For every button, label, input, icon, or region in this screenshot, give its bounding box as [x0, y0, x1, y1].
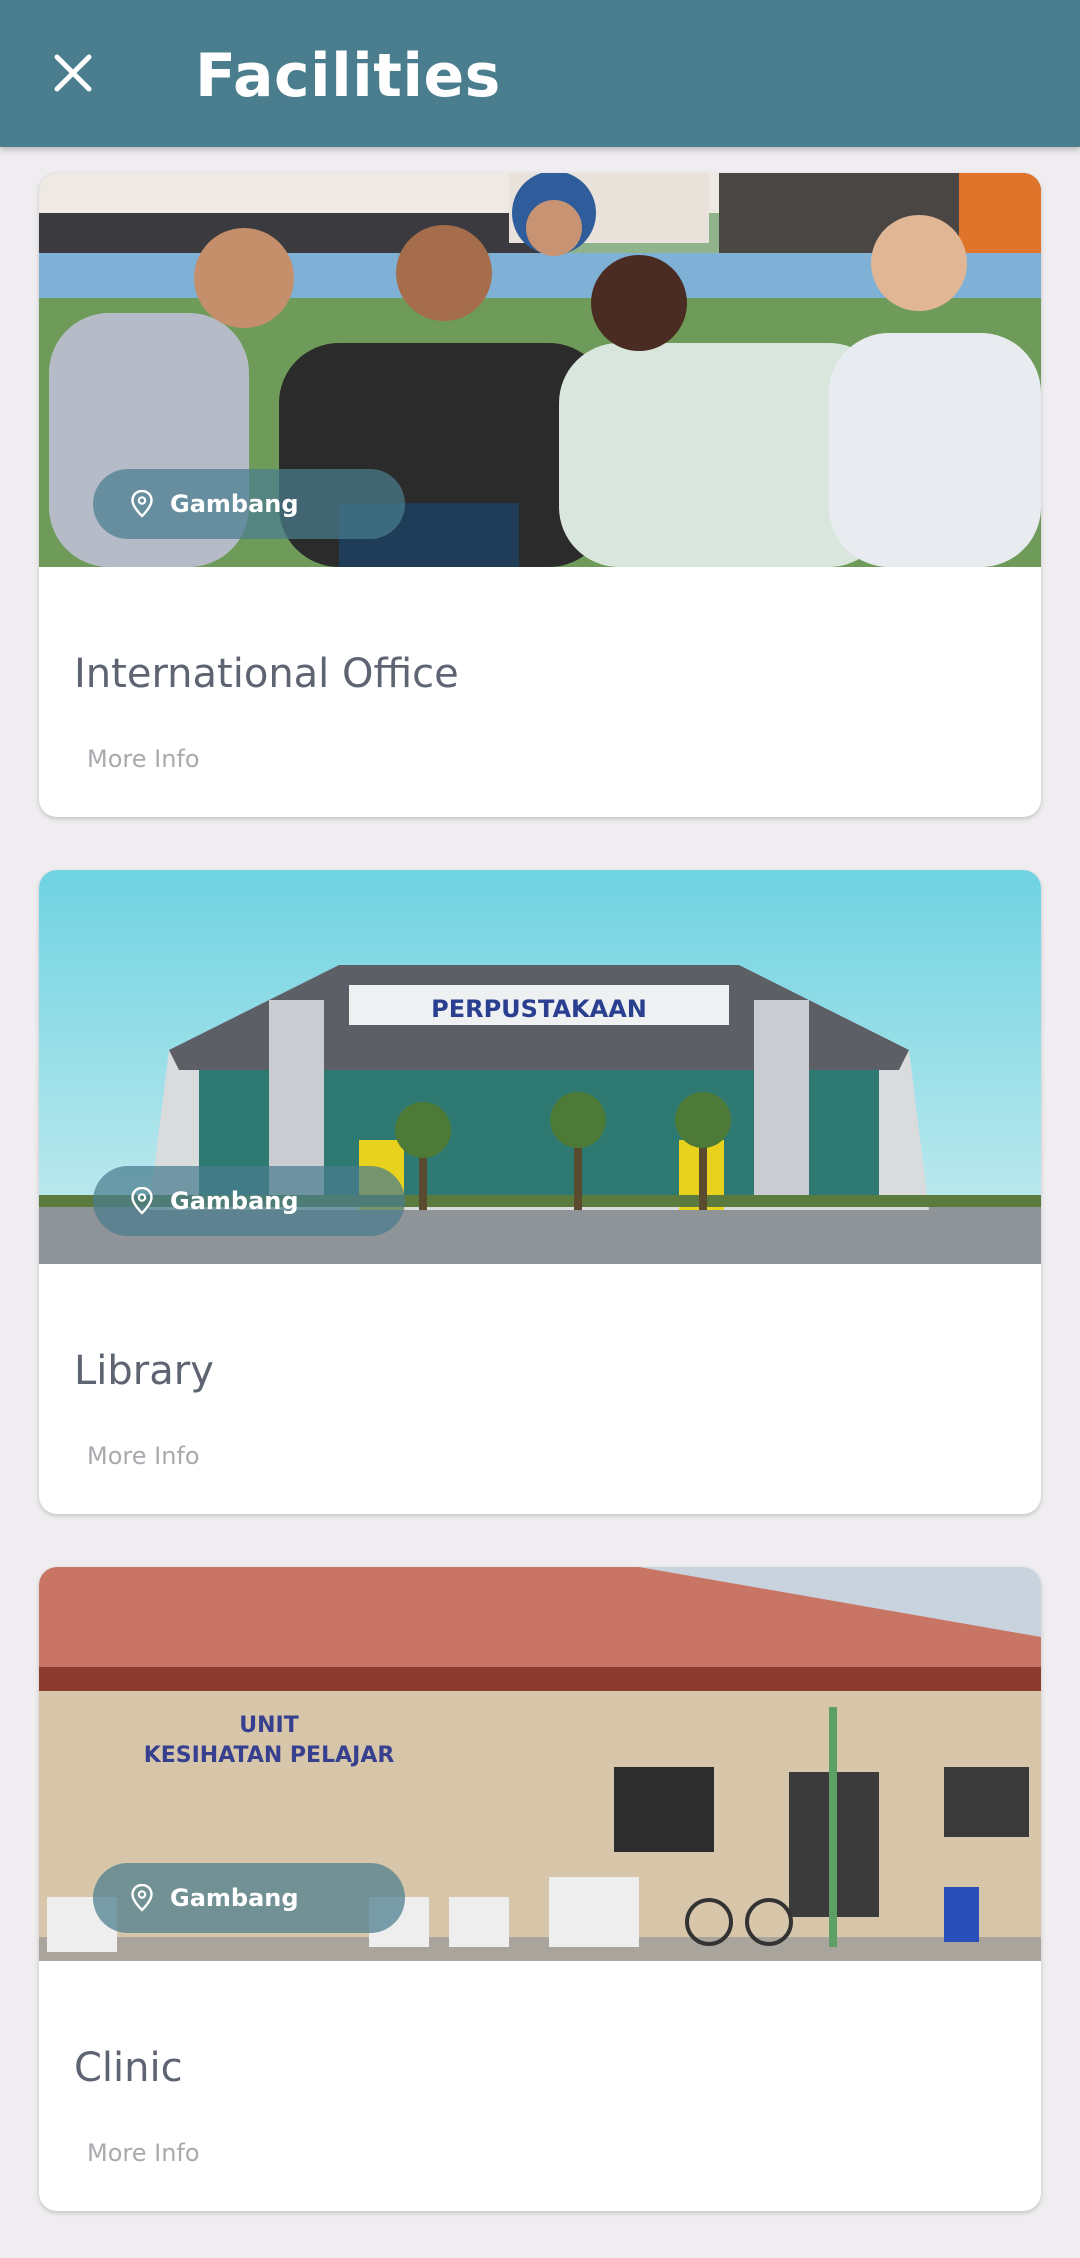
close-button[interactable] [40, 40, 106, 106]
library-sign: PERPUSTAKAAN [431, 995, 647, 1023]
facility-card-clinic[interactable]: UNIT KESIHATAN PELAJAR Gambang Clinic Mo… [39, 1567, 1041, 2211]
location-pin-icon [129, 1883, 155, 1913]
more-info-link[interactable]: More Info [87, 1441, 200, 1471]
facility-title: International Office [74, 651, 459, 697]
location-label: Gambang [170, 1187, 299, 1215]
location-pin-icon [129, 489, 155, 519]
facility-card-library[interactable]: PERPUSTAKAAN Gambang Library More Info [39, 870, 1041, 1514]
library-photo: PERPUSTAKAAN Gambang [39, 870, 1041, 1264]
clinic-sign-line1: UNIT [239, 1713, 298, 1738]
facility-title: Library [74, 1348, 214, 1394]
page-title: Facilities [195, 41, 501, 111]
close-icon [54, 54, 92, 92]
location-chip: Gambang [93, 1863, 405, 1933]
location-label: Gambang [170, 490, 299, 518]
more-info-link[interactable]: More Info [87, 2138, 200, 2168]
international-office-photo: Gambang [39, 173, 1041, 567]
location-chip: Gambang [93, 469, 405, 539]
facility-card-international-office[interactable]: Gambang International Office More Info [39, 173, 1041, 817]
facility-title: Clinic [74, 2045, 183, 2091]
app-bar: Facilities [0, 0, 1080, 147]
location-label: Gambang [170, 1884, 299, 1912]
location-pin-icon [129, 1186, 155, 1216]
more-info-link[interactable]: More Info [87, 744, 200, 774]
clinic-sign-line2: KESIHATAN PELAJAR [144, 1743, 395, 1768]
clinic-photo: UNIT KESIHATAN PELAJAR Gambang [39, 1567, 1041, 1961]
location-chip: Gambang [93, 1166, 405, 1236]
